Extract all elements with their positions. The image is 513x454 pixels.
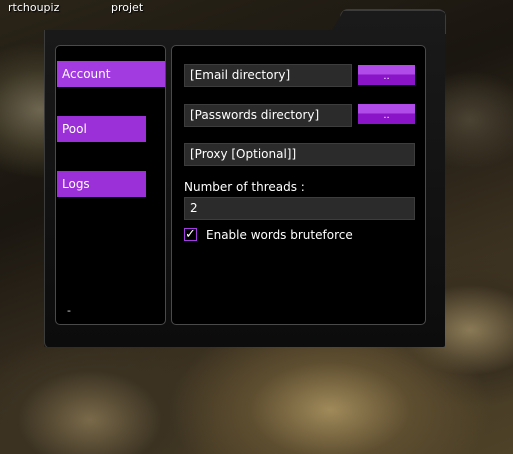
browse-email-button[interactable]: .. bbox=[358, 65, 415, 85]
check-icon: ✓ bbox=[185, 227, 196, 242]
bruteforce-label: Enable words bruteforce bbox=[206, 228, 353, 242]
nav-footer-text: - bbox=[67, 304, 71, 317]
threads-input[interactable]: 2 bbox=[184, 197, 415, 220]
nav-item-account[interactable]: Account bbox=[57, 61, 165, 87]
desktop-label-project: projet bbox=[111, 1, 144, 14]
bruteforce-checkbox[interactable]: ✓ bbox=[184, 228, 197, 241]
desktop-label-user: rtchoupiz bbox=[8, 1, 60, 14]
threads-label: Number of threads : bbox=[184, 180, 305, 194]
proxy-field[interactable]: [Proxy [Optional]] bbox=[184, 143, 415, 166]
passwords-directory-field[interactable]: [Passwords directory] bbox=[184, 104, 352, 127]
browse-passwords-button[interactable]: .. bbox=[358, 104, 415, 124]
email-directory-field[interactable]: [Email directory] bbox=[184, 64, 352, 87]
nav-item-logs[interactable]: Logs bbox=[57, 171, 146, 197]
nav-item-pool[interactable]: Pool bbox=[57, 116, 146, 142]
